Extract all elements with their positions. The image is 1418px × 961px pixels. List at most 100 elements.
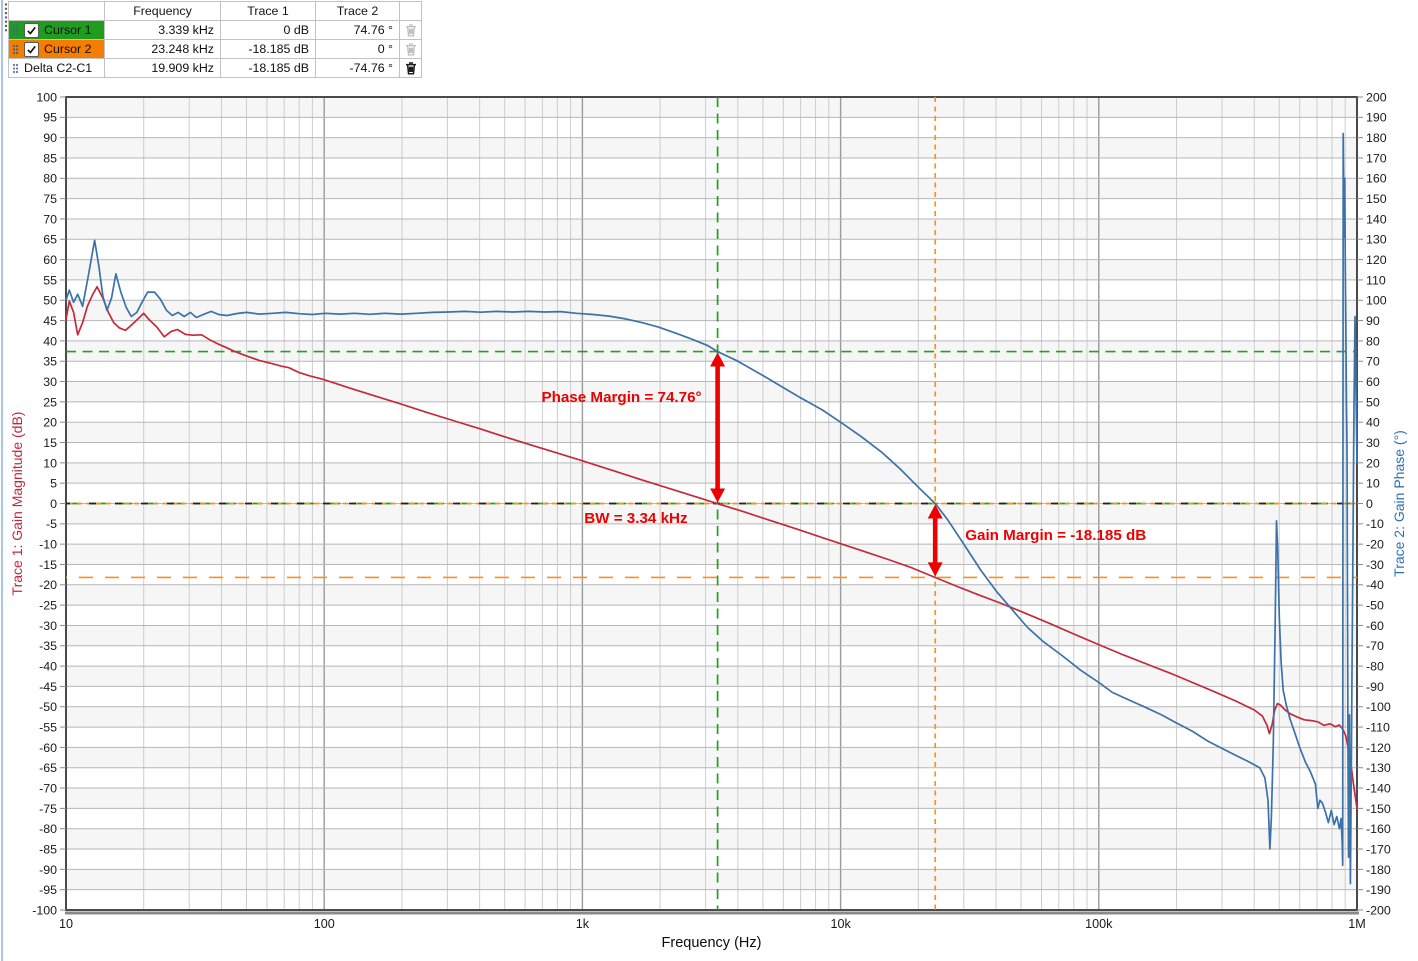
- left-tick-label: 90: [43, 131, 57, 145]
- left-tick-label: -40: [39, 660, 57, 674]
- left-tick-label: 95: [43, 111, 57, 125]
- left-tick-label: 40: [43, 334, 57, 348]
- grid-band: [66, 138, 1357, 158]
- delete-cursor2-button[interactable]: [404, 42, 418, 56]
- left-tick-label: 75: [43, 192, 57, 206]
- left-tick-label: -30: [39, 619, 57, 633]
- table-header-actions: [400, 2, 422, 21]
- grid-band: [66, 219, 1357, 239]
- right-tick-label: -90: [1366, 680, 1384, 694]
- cursor2-checkbox[interactable]: [24, 42, 39, 57]
- right-tick-label: 200: [1366, 90, 1387, 104]
- right-tick-label: -200: [1366, 903, 1391, 917]
- cursor1-delete-cell: [400, 21, 422, 40]
- cursor1-checkbox[interactable]: [24, 23, 39, 38]
- left-tick-label: -60: [39, 741, 57, 755]
- trash-icon: [404, 61, 418, 75]
- left-tick-label: 50: [43, 294, 57, 308]
- right-tick-label: -40: [1366, 578, 1384, 592]
- cursor1-trace2-value: 74.76 °: [316, 21, 400, 40]
- left-tick-label: -45: [39, 680, 57, 694]
- grid-band: [66, 707, 1357, 727]
- right-tick-label: -150: [1366, 802, 1391, 816]
- right-tick-label: 150: [1366, 192, 1387, 206]
- left-tick-label: 100: [36, 90, 57, 104]
- left-tick-label: -50: [39, 700, 57, 714]
- grid-band: [66, 463, 1357, 483]
- cursor2-trace1-value: -18.185 dB: [221, 40, 316, 59]
- right-tick-label: 110: [1366, 273, 1386, 287]
- grid-band: [66, 402, 1357, 422]
- left-tick-label: 25: [43, 395, 57, 409]
- grid-band: [66, 97, 1357, 117]
- left-tick-label: 70: [43, 212, 57, 226]
- left-tick-label: -80: [39, 822, 57, 836]
- right-tick-label: -140: [1366, 781, 1391, 795]
- table-header-trace2: Trace 2: [316, 2, 400, 21]
- cursor1-name-cell[interactable]: Cursor 1: [9, 21, 105, 40]
- right-tick-label: -120: [1366, 741, 1391, 755]
- network-analyzer-panel: { "cursor_table": { "headers": { "name":…: [0, 0, 1418, 961]
- cursor-table: Frequency Trace 1 Trace 2 Cursor 1 3.339…: [8, 1, 422, 78]
- grid-band: [66, 666, 1357, 686]
- left-tick-label: 10: [43, 456, 57, 470]
- grid-band: [66, 585, 1357, 605]
- x-tick-label: 10k: [830, 917, 851, 931]
- row-drag-handle-icon[interactable]: [12, 63, 19, 74]
- bode-plot-canvas[interactable]: -100-95-90-85-80-75-70-65-60-55-50-45-40…: [0, 88, 1418, 961]
- delete-delta-button[interactable]: [404, 61, 418, 75]
- delta-trace1-value: -18.185 dB: [221, 59, 316, 78]
- left-tick-label: -55: [39, 720, 57, 734]
- trash-icon: [404, 42, 418, 56]
- right-tick-label: 0: [1366, 497, 1373, 511]
- grid-band: [66, 829, 1357, 849]
- right-tick-label: 50: [1366, 395, 1380, 409]
- grid-band: [66, 158, 1357, 178]
- cursor1-frequency[interactable]: 3.339 kHz: [105, 21, 221, 40]
- table-header-trace1: Trace 1: [221, 2, 316, 21]
- delta-frequency: 19.909 kHz: [105, 59, 221, 78]
- right-tick-label: 30: [1366, 436, 1380, 450]
- right-tick-label: 20: [1366, 456, 1380, 470]
- grid-band: [66, 443, 1357, 463]
- grid-band: [66, 239, 1357, 259]
- left-tick-label: 85: [43, 151, 57, 165]
- right-tick-label: 80: [1366, 334, 1380, 348]
- grid-band: [66, 280, 1357, 300]
- right-tick-label: -70: [1366, 639, 1384, 653]
- delete-cursor1-button[interactable]: [404, 23, 418, 37]
- grid-band: [66, 300, 1357, 320]
- left-tick-label: 45: [43, 314, 57, 328]
- row-drag-handle-icon[interactable]: [12, 25, 19, 36]
- cursor2-name-cell[interactable]: Cursor 2: [9, 40, 105, 59]
- grid-band: [66, 788, 1357, 808]
- delta-row-name-cell[interactable]: Delta C2-C1: [9, 59, 105, 78]
- cursor2-delete-cell: [400, 40, 422, 59]
- left-tick-label: -5: [46, 517, 57, 531]
- table-header-frequency: Frequency: [105, 2, 221, 21]
- grid-band: [66, 849, 1357, 869]
- grid-band: [66, 869, 1357, 889]
- right-tick-label: 170: [1366, 151, 1387, 165]
- left-tick-label: 30: [43, 375, 57, 389]
- left-tick-label: -90: [39, 863, 57, 877]
- x-tick-label: 10: [59, 917, 73, 931]
- left-tick-label: -95: [39, 883, 57, 897]
- right-tick-label: -130: [1366, 761, 1391, 775]
- right-tick-label: 130: [1366, 233, 1387, 247]
- grid-band: [66, 808, 1357, 828]
- right-tick-label: -80: [1366, 660, 1384, 674]
- cursor2-frequency[interactable]: 23.248 kHz: [105, 40, 221, 59]
- left-tick-label: 20: [43, 416, 57, 430]
- grid-band: [66, 524, 1357, 544]
- right-tick-label: 120: [1366, 253, 1387, 267]
- grid-band: [66, 890, 1357, 910]
- row-drag-handle-icon[interactable]: [12, 44, 19, 55]
- right-tick-label: 60: [1366, 375, 1380, 389]
- right-tick-label: 190: [1366, 111, 1387, 125]
- check-icon: [26, 44, 37, 55]
- left-tick-label: -20: [39, 578, 57, 592]
- grid-band: [66, 199, 1357, 219]
- right-tick-label: -180: [1366, 863, 1391, 877]
- bw-annotation: BW = 3.34 kHz: [584, 510, 688, 527]
